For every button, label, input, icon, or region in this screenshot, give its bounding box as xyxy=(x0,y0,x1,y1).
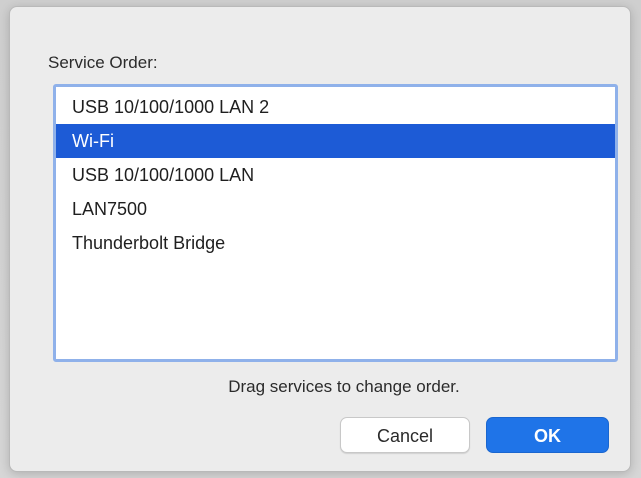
service-row[interactable]: LAN7500 xyxy=(56,192,615,226)
service-row[interactable]: USB 10/100/1000 LAN 2 xyxy=(56,90,615,124)
service-row[interactable]: Thunderbolt Bridge xyxy=(56,226,615,260)
ok-button[interactable]: OK xyxy=(486,417,609,453)
service-order-dialog: Service Order: USB 10/100/1000 LAN 2 Wi-F… xyxy=(9,6,631,472)
service-row[interactable]: Wi-Fi xyxy=(56,124,615,158)
service-order-label: Service Order: xyxy=(48,53,158,72)
drag-hint-text: Drag services to change order. xyxy=(228,377,460,396)
cancel-button[interactable]: Cancel xyxy=(340,417,470,453)
service-list-rows: USB 10/100/1000 LAN 2 Wi-Fi USB 10/100/100… xyxy=(56,90,615,260)
service-order-list[interactable]: USB 10/100/1000 LAN 2 Wi-Fi USB 10/100/100… xyxy=(53,84,618,362)
service-row[interactable]: USB 10/100/1000 LAN xyxy=(56,158,615,192)
